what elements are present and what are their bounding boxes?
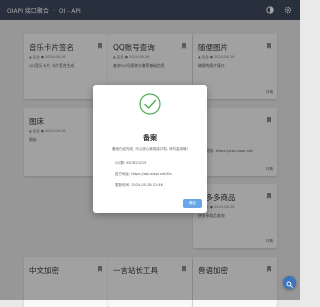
update-time-label: 更新时间:	[115, 183, 131, 187]
update-time-value: 2024-05-28 22:46	[131, 183, 163, 187]
qq-group-label: QQ群:	[115, 161, 126, 165]
search-button[interactable]	[283, 276, 296, 289]
qq-group-row: QQ群: 637823219	[115, 161, 146, 166]
confirm-button[interactable]: 确定	[183, 199, 202, 208]
qq-group-value[interactable]: 637823219	[126, 161, 146, 165]
modal-title: 备案	[143, 134, 157, 142]
modal-description: 备案已经完成, 可以放心使用接口啦, 请勿滥用哦!	[112, 147, 188, 151]
official-url-row: 官方地址: https://api.oiapi.net/Go	[115, 172, 172, 177]
official-url-label: 官方地址:	[115, 172, 131, 176]
check-icon	[139, 93, 161, 115]
update-time-row: 更新时间: 2024-05-28 22:46	[115, 183, 163, 188]
notice-modal: 备案 备案已经完成, 可以放心使用接口啦, 请勿滥用哦! QQ群: 637823…	[93, 85, 207, 213]
official-url-value[interactable]: https://api.oiapi.net/Go	[131, 172, 171, 176]
search-icon	[286, 273, 293, 292]
